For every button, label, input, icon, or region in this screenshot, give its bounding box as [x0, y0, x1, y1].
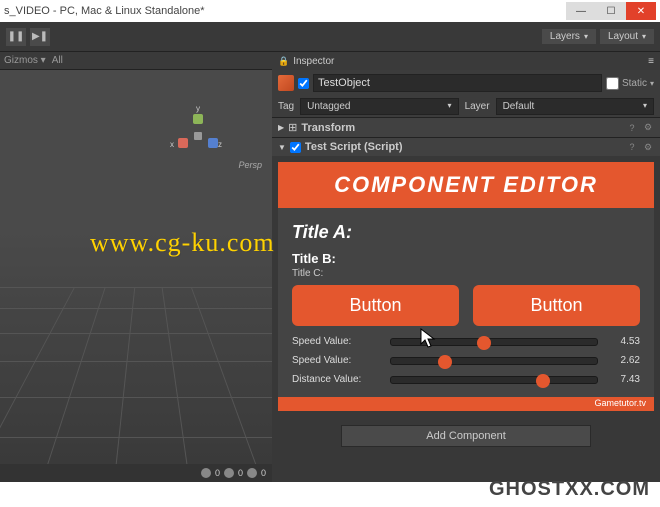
slider-value: 2.62: [606, 355, 640, 366]
slider-label: Speed Value:: [292, 336, 382, 347]
static-checkbox[interactable]: [606, 77, 619, 90]
window-titlebar: s_VIDEO - PC, Mac & Linux Standalone* — …: [0, 0, 660, 22]
inspector-tab-label: Inspector: [293, 56, 334, 67]
chevron-down-icon: ▾: [642, 32, 646, 41]
tag-label: Tag: [278, 101, 294, 112]
chevron-down-icon[interactable]: ▾: [650, 79, 654, 88]
warning-icon[interactable]: [247, 468, 257, 478]
distance-slider[interactable]: [390, 376, 598, 384]
slider-label: Speed Value:: [292, 355, 382, 366]
script-enabled-checkbox[interactable]: [290, 142, 301, 153]
static-label: Static: [622, 78, 647, 89]
layers-dropdown[interactable]: Layers ▾: [542, 29, 596, 44]
scene-panel: Gizmos ▾ All y x z Persp: [0, 52, 272, 482]
audio-icon[interactable]: [224, 468, 234, 478]
gizmos-dropdown[interactable]: Gizmos ▾: [4, 55, 46, 66]
tab-menu-icon[interactable]: ≡: [648, 56, 654, 67]
custom-editor-panel: COMPONENT EDITOR Title A: Title B: Title…: [278, 162, 654, 411]
all-filter[interactable]: All: [52, 55, 63, 66]
layers-label: Layers: [550, 31, 580, 42]
ground-grid: [0, 287, 272, 464]
editor-button-1[interactable]: Button: [292, 285, 459, 326]
gameobject-name-input[interactable]: [313, 74, 602, 92]
layout-dropdown[interactable]: Layout ▾: [600, 29, 654, 44]
help-icon[interactable]: ?: [626, 141, 638, 153]
slider-value: 4.53: [606, 336, 640, 347]
scene-viewport[interactable]: y x z Persp: [0, 70, 272, 464]
close-button[interactable]: ✕: [626, 2, 656, 20]
title-a: Title A:: [292, 222, 640, 243]
title-b: Title B:: [292, 251, 640, 266]
editor-banner: COMPONENT EDITOR: [278, 162, 654, 208]
projection-label: Persp: [238, 160, 262, 170]
lock-icon[interactable]: 🔒: [278, 56, 289, 67]
window-title: s_VIDEO - PC, Mac & Linux Standalone*: [4, 5, 566, 17]
speed-slider-2[interactable]: [390, 357, 598, 365]
gear-icon[interactable]: ⚙: [642, 122, 654, 134]
layer-label: Layer: [465, 101, 490, 112]
scene-footer: 0 0 0: [0, 464, 272, 482]
gizmo-icon[interactable]: [201, 468, 211, 478]
collapse-icon: ▼: [278, 143, 286, 152]
layer-dropdown[interactable]: Default▾: [496, 98, 654, 115]
slider-row: Distance Value: 7.43: [292, 374, 640, 385]
tag-layer-row: Tag Untagged▾ Layer Default▾: [272, 96, 660, 117]
gear-icon[interactable]: ⚙: [642, 141, 654, 153]
slider-row: Speed Value: 2.62: [292, 355, 640, 366]
transform-label: Transform: [301, 122, 622, 134]
speed-slider-1[interactable]: [390, 338, 598, 346]
title-c: Title C:: [292, 268, 640, 279]
chevron-down-icon: ▾: [584, 32, 588, 41]
inspector-panel: 🔒 Inspector ≡ Static ▾ Tag Untagged▾ Lay…: [272, 52, 660, 482]
pause-button[interactable]: ❚❚: [6, 28, 26, 46]
minimize-button[interactable]: —: [566, 2, 596, 20]
expand-icon: ▶: [278, 123, 284, 132]
slider-row: Speed Value: 4.53: [292, 336, 640, 347]
unity-toolbar: ❚❚ ▶❚ Layers ▾ Layout ▾: [0, 22, 660, 52]
gameobject-enabled-checkbox[interactable]: [298, 78, 309, 89]
inspector-tab[interactable]: 🔒 Inspector ≡: [272, 52, 660, 70]
layout-label: Layout: [608, 31, 638, 42]
orientation-gizmo[interactable]: y x z: [172, 110, 222, 160]
transform-component-header[interactable]: ▶ ⊞ Transform ? ⚙: [272, 117, 660, 137]
slider-thumb[interactable]: [536, 374, 550, 388]
gameobject-header: Static ▾: [272, 70, 660, 96]
step-button[interactable]: ▶❚: [30, 28, 50, 46]
tag-dropdown[interactable]: Untagged▾: [300, 98, 458, 115]
slider-thumb[interactable]: [477, 336, 491, 350]
slider-value: 7.43: [606, 374, 640, 385]
editor-footer: Gametutor.tv: [278, 397, 654, 411]
slider-thumb[interactable]: [438, 355, 452, 369]
add-component-button[interactable]: Add Component: [341, 425, 591, 447]
transform-icon: ⊞: [288, 121, 297, 134]
script-label: Test Script (Script): [305, 141, 622, 153]
slider-label: Distance Value:: [292, 374, 382, 385]
script-component-header[interactable]: ▼ Test Script (Script) ? ⚙: [272, 137, 660, 156]
gameobject-icon: [278, 75, 294, 91]
help-icon[interactable]: ?: [626, 122, 638, 134]
editor-button-2[interactable]: Button: [473, 285, 640, 326]
maximize-button[interactable]: ☐: [596, 2, 626, 20]
scene-toolbar: Gizmos ▾ All: [0, 52, 272, 70]
